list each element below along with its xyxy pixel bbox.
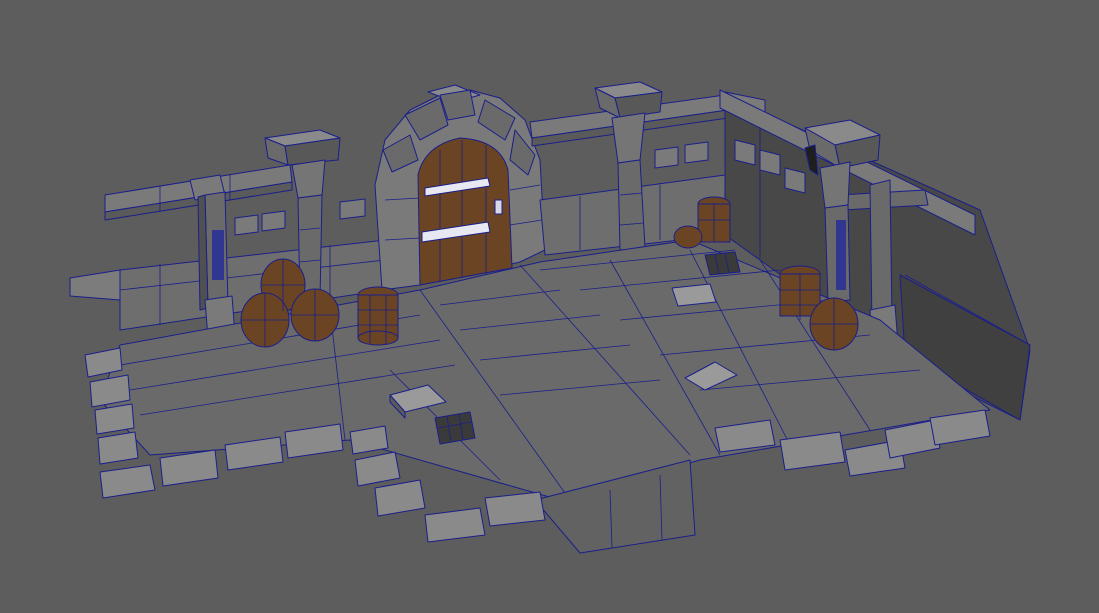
3d-viewport[interactable] (0, 0, 1099, 613)
hanging-chain-right (836, 220, 846, 290)
door-handle (494, 199, 503, 215)
hanging-chain-left (212, 230, 224, 280)
floor-grate-front (434, 411, 476, 445)
floor-grate-back (704, 251, 741, 276)
wooden-door (417, 137, 513, 286)
wireframe-scene (69, 81, 1031, 554)
barrel-standing-left (357, 286, 399, 346)
